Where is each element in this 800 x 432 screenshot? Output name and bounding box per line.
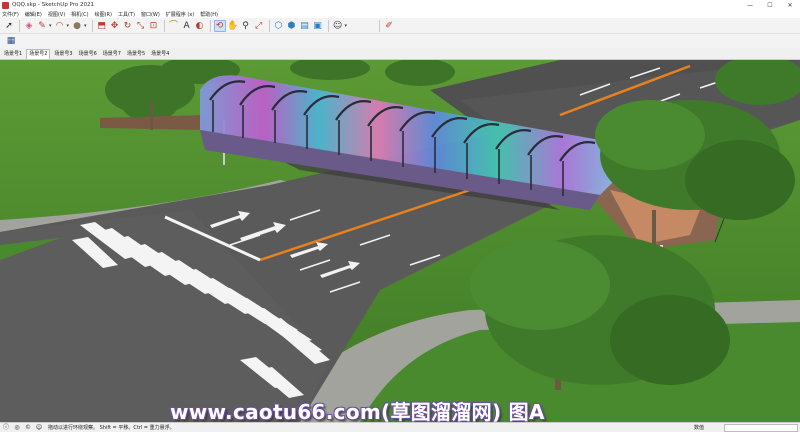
- tab-scene-2[interactable]: 场景号2: [26, 49, 51, 59]
- text-tool-button[interactable]: A: [181, 20, 193, 32]
- pan-tool-button[interactable]: ✋: [227, 20, 239, 32]
- menu-tools[interactable]: 工具(T): [118, 11, 135, 18]
- offset-icon: ⊡: [149, 20, 158, 31]
- scene-render: [0, 60, 800, 422]
- select-icon: ➚: [5, 20, 13, 31]
- toolbar-divider: [209, 19, 211, 32]
- menu-file[interactable]: 文件(F): [2, 11, 19, 18]
- pan-icon: ✋: [226, 20, 239, 31]
- menu-camera[interactable]: 相机(C): [71, 11, 88, 18]
- extension-manager-icon: ▣: [313, 20, 322, 31]
- scale-tool-button[interactable]: ⤡: [135, 20, 147, 32]
- account-icon: ☺: [332, 20, 343, 31]
- move-icon: ✥: [110, 20, 119, 31]
- send-to-layout-button[interactable]: ▤: [299, 20, 311, 32]
- main-toolbar: ➚ ◈ ✎ ▾ ◠ ▾ ● ▾ ⬒ ✥ ↻ ⤡ ⊡ ⌒ A ◐ ⟲ ✋ ⚲ ⤢ …: [0, 18, 800, 34]
- status-bar: ⓘ ◎ © ☺ 拖动以进行环绕观察。 Shift = 平移。Ctrl = 重力悬…: [0, 422, 800, 432]
- pencil-tool-button[interactable]: ✎: [36, 20, 48, 32]
- pencil-icon: ✎: [38, 20, 46, 31]
- info-icon[interactable]: ⓘ: [2, 424, 10, 432]
- chevron-down-icon[interactable]: ▾: [49, 23, 52, 29]
- geo-location-icon[interactable]: ◎: [13, 424, 21, 432]
- tab-scene-3[interactable]: 场景号3: [52, 50, 74, 59]
- extension-warehouse-icon: ⬢: [287, 20, 296, 31]
- rotate-icon: ↻: [123, 20, 132, 31]
- menu-view[interactable]: 视图(V): [48, 11, 65, 18]
- toolbar-divider: [19, 19, 20, 32]
- account-status-icon[interactable]: ☺: [35, 424, 43, 432]
- watermark: www.caotu66.com(草图溜溜网) 图A: [170, 400, 545, 424]
- text-icon: A: [183, 20, 190, 31]
- layers-icon: ▦: [6, 36, 16, 46]
- credits-icon[interactable]: ©: [24, 424, 32, 432]
- close-button[interactable]: ✕: [780, 0, 800, 10]
- arc-tool-button[interactable]: ◠: [54, 20, 66, 32]
- warehouse-icon: ⬡: [274, 20, 283, 31]
- menu-draw[interactable]: 绘图(R): [95, 11, 112, 18]
- tab-scene-1[interactable]: 场景号1: [2, 50, 24, 59]
- zoom-extents-icon: ⤢: [254, 20, 263, 31]
- model-info-button[interactable]: ✐: [383, 20, 395, 32]
- warehouse-button[interactable]: ⬡: [273, 20, 285, 32]
- send-layout-icon: ▤: [300, 20, 309, 31]
- minimize-button[interactable]: —: [740, 0, 760, 10]
- offset-tool-button[interactable]: ⊡: [148, 20, 160, 32]
- paint-bucket-tool-button[interactable]: ◐: [194, 20, 206, 32]
- zoom-tool-button[interactable]: ⚲: [240, 20, 252, 32]
- model-info-icon: ✐: [385, 20, 393, 31]
- tab-scene-6[interactable]: 场景号6: [77, 50, 99, 59]
- extension-warehouse-button[interactable]: ⬢: [286, 20, 298, 32]
- tab-scene-4[interactable]: 场景号4: [149, 50, 171, 59]
- move-tool-button[interactable]: ✥: [109, 20, 121, 32]
- zoom-icon: ⚲: [242, 20, 249, 31]
- model-viewport[interactable]: [0, 60, 800, 422]
- menu-extensions[interactable]: 扩展程序 (x): [166, 11, 194, 18]
- tab-scene-7[interactable]: 场景号7: [101, 50, 123, 59]
- layers-button[interactable]: ▦: [5, 35, 17, 47]
- title-bar: QQQ.skp - SketchUp Pro 2021 — ☐ ✕: [0, 0, 800, 10]
- tape-measure-icon: ⌒: [169, 20, 179, 31]
- eraser-icon: ◈: [25, 20, 33, 31]
- chevron-down-icon[interactable]: ▾: [67, 23, 70, 29]
- window-controls: — ☐ ✕: [740, 0, 800, 10]
- toolbar-divider: [268, 19, 270, 32]
- paint-bucket-icon: ◐: [195, 20, 204, 31]
- maximize-button[interactable]: ☐: [760, 0, 780, 10]
- menu-bar: 文件(F) 编辑(E) 视图(V) 相机(C) 绘图(R) 工具(T) 窗口(W…: [0, 10, 800, 18]
- account-button[interactable]: ☺: [332, 20, 344, 32]
- shape-tool-button[interactable]: ●: [71, 20, 83, 32]
- zoom-extents-tool-button[interactable]: ⤢: [253, 20, 265, 32]
- scene-tabs: 场景号1 场景号2 场景号3 场景号6 场景号7 场景号5 场景号4: [0, 48, 800, 60]
- orbit-tool-button[interactable]: ⟲: [213, 19, 226, 32]
- tab-scene-5[interactable]: 场景号5: [125, 50, 147, 59]
- select-tool-button[interactable]: ➚: [3, 20, 15, 32]
- menu-edit[interactable]: 编辑(E): [25, 11, 42, 18]
- menu-help[interactable]: 帮助(H): [200, 11, 218, 18]
- status-text: 拖动以进行环绕观察。 Shift = 平移。Ctrl = 重力悬浮。: [48, 425, 175, 431]
- eraser-tool-button[interactable]: ◈: [23, 20, 35, 32]
- toolbar-divider: [163, 19, 165, 32]
- arc-icon: ◠: [55, 20, 64, 31]
- measurements-label: 数值: [694, 425, 705, 431]
- toolbar-divider: [327, 19, 329, 32]
- scale-icon: ⤡: [136, 20, 145, 31]
- chevron-down-icon[interactable]: ▾: [84, 23, 87, 29]
- rotate-tool-button[interactable]: ↻: [122, 20, 134, 32]
- push-pull-icon: ⬒: [97, 20, 106, 31]
- toolbar-divider: [91, 19, 93, 32]
- secondary-toolbar: ▦: [0, 34, 800, 48]
- extension-manager-button[interactable]: ▣: [312, 20, 324, 32]
- sketchup-logo-icon: [2, 1, 9, 9]
- chevron-down-icon[interactable]: ▾: [345, 23, 348, 29]
- tape-measure-tool-button[interactable]: ⌒: [168, 20, 180, 32]
- menu-window[interactable]: 窗口(W): [141, 11, 160, 18]
- shape-icon: ●: [73, 20, 81, 31]
- toolbar-divider: [379, 19, 381, 32]
- push-pull-tool-button[interactable]: ⬒: [96, 20, 108, 32]
- orbit-icon: ⟲: [215, 20, 224, 31]
- measurements-input[interactable]: [724, 423, 798, 432]
- window-title: QQQ.skp - SketchUp Pro 2021: [12, 2, 95, 8]
